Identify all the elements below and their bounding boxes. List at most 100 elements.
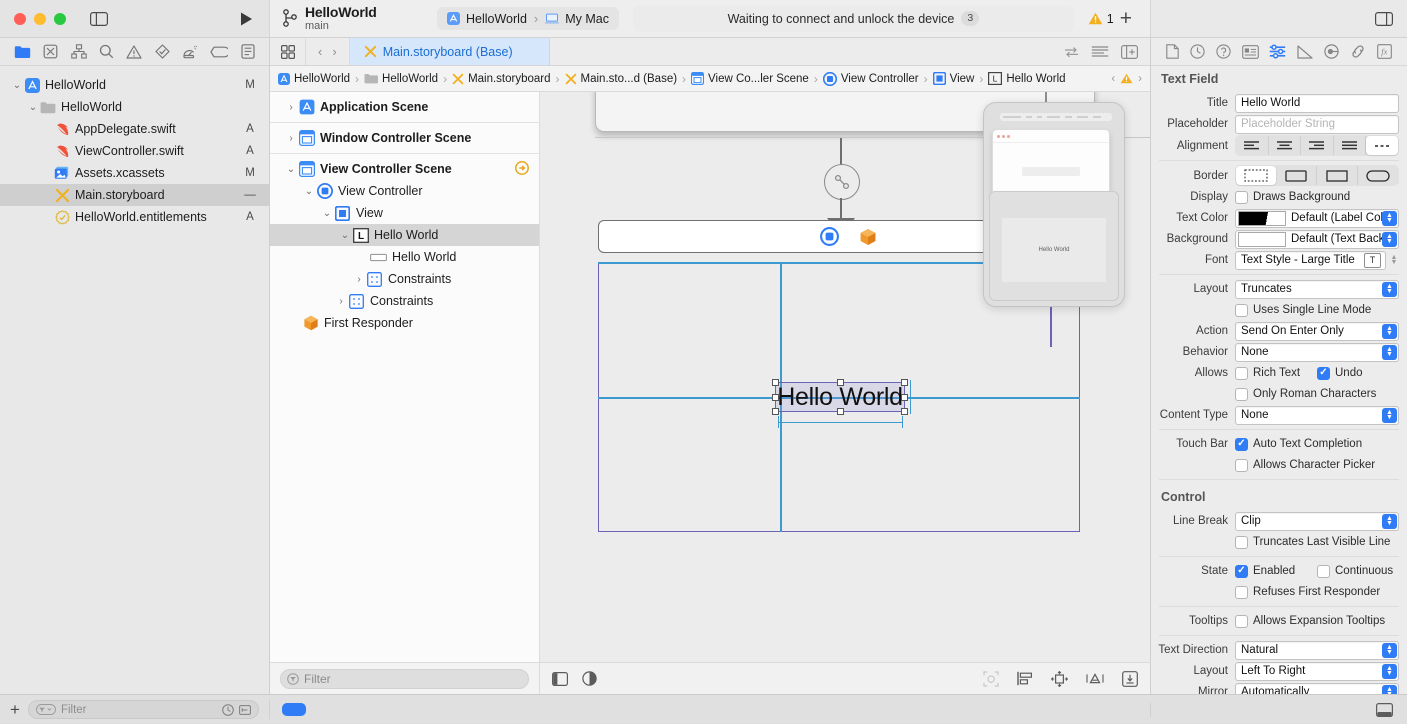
action-stepper[interactable]: ▲ ▼ xyxy=(1382,323,1397,339)
source-control-filter-icon[interactable] xyxy=(239,704,251,716)
run-button[interactable] xyxy=(239,11,259,27)
editor-history-arrows[interactable]: ‹ › xyxy=(306,38,350,65)
previous-issue-button[interactable]: ‹ xyxy=(1111,73,1115,85)
next-issue-button[interactable]: › xyxy=(1138,73,1142,85)
disclosure-closed-icon[interactable]: › xyxy=(334,296,348,307)
connections-inspector-tab[interactable] xyxy=(1324,44,1339,59)
segue-badge[interactable] xyxy=(824,164,860,200)
checkbox-box[interactable] xyxy=(1235,585,1248,599)
view-controller-icon[interactable] xyxy=(819,227,839,246)
line-break-popup[interactable]: Clip ▲ ▼ xyxy=(1235,511,1399,531)
test-navigator-tab[interactable] xyxy=(155,44,170,59)
zoom-window-button[interactable] xyxy=(54,12,66,25)
warning-indicator[interactable]: 1 xyxy=(1088,12,1114,26)
report-navigator-tab[interactable] xyxy=(241,44,255,59)
checkbox-box[interactable] xyxy=(1235,303,1248,317)
disclosure-open-icon[interactable]: ⌄ xyxy=(10,80,24,91)
tree-row[interactable]: ⌄ HelloWorld M xyxy=(0,74,269,96)
action-popup[interactable]: Send On Enter Only ▲ ▼ xyxy=(1235,321,1399,341)
add-editor-icon[interactable] xyxy=(1121,44,1138,59)
font-panel-icon[interactable]: T xyxy=(1364,252,1381,268)
background-color-popup[interactable]: Default (Text Backgr... ▲ ▼ xyxy=(1235,229,1399,249)
minimap-icon[interactable] xyxy=(1091,45,1109,58)
disclosure-open-icon[interactable]: ⌄ xyxy=(26,102,40,113)
breadcrumb-item[interactable]: View Controller xyxy=(822,71,919,86)
enabled-checkbox[interactable]: Enabled xyxy=(1235,564,1317,578)
outline-row-window-controller-scene[interactable]: › Window Controller Scene xyxy=(270,127,539,149)
first-responder-icon[interactable] xyxy=(859,228,877,246)
continuous-checkbox[interactable]: Continuous xyxy=(1317,564,1399,578)
breadcrumb-issue-nav[interactable]: ‹ › xyxy=(1103,73,1142,85)
attributes-inspector-tab[interactable] xyxy=(1269,44,1286,59)
align-icon[interactable] xyxy=(1017,671,1033,686)
resolve-auto-layout-icon[interactable] xyxy=(1086,671,1104,686)
project-navigator-tab[interactable] xyxy=(14,45,31,59)
resize-handle-tl[interactable] xyxy=(772,379,779,386)
bindings-inspector-tab[interactable] xyxy=(1350,44,1366,59)
disclosure-open-icon[interactable]: ⌄ xyxy=(302,186,316,197)
toggle-navigator-button[interactable] xyxy=(90,11,108,26)
line-break-stepper[interactable]: ▲ ▼ xyxy=(1382,513,1397,529)
checkbox-box[interactable] xyxy=(1235,190,1248,204)
title-input[interactable]: Hello World xyxy=(1235,93,1399,113)
breadcrumb-item[interactable]: View Co...ler Scene xyxy=(691,72,809,85)
disclosure-closed-icon[interactable]: › xyxy=(352,274,366,285)
tree-row[interactable]: Assets.xcassets M xyxy=(0,162,269,184)
source-control-navigator-tab[interactable] xyxy=(43,44,58,59)
rich-text-checkbox[interactable]: Rich Text xyxy=(1235,366,1317,380)
breadcrumb-item[interactable]: View xyxy=(932,72,974,85)
checkbox-box[interactable] xyxy=(1235,564,1248,578)
selected-text-field[interactable]: Hello World xyxy=(772,379,908,415)
background-stepper[interactable]: ▲ ▼ xyxy=(1382,231,1397,247)
update-frames-icon[interactable] xyxy=(983,670,999,687)
disclosure-closed-icon[interactable]: › xyxy=(284,133,298,144)
draws-background-checkbox[interactable]: Draws Background xyxy=(1235,190,1350,204)
placeholder-input[interactable]: Placeholder String xyxy=(1235,114,1399,134)
symbol-navigator-tab[interactable] xyxy=(71,44,87,59)
border-bezel-icon[interactable] xyxy=(1317,166,1358,185)
text-color-well[interactable] xyxy=(1238,210,1286,226)
outline-row-view-controller[interactable]: ⌄ View Controller xyxy=(270,180,539,202)
layout-direction-popup[interactable]: Left To Right ▲ ▼ xyxy=(1235,661,1399,681)
resize-handle-tc[interactable] xyxy=(837,379,844,386)
disclosure-open-icon[interactable]: ⌄ xyxy=(338,230,352,241)
refuses-first-responder-checkbox[interactable]: Refuses First Responder xyxy=(1235,585,1380,599)
text-direction-popup[interactable]: Natural ▲ ▼ xyxy=(1235,640,1399,660)
auto-text-completion-checkbox[interactable]: Auto Text Completion xyxy=(1235,437,1362,451)
disclosure-open-icon[interactable]: ⌄ xyxy=(320,208,334,219)
font-field[interactable]: Text Style - Large Title T xyxy=(1235,250,1386,270)
layout-popup[interactable]: Truncates ▲ ▼ xyxy=(1235,279,1399,299)
add-button[interactable]: + xyxy=(1114,8,1138,29)
outline-row-view[interactable]: ⌄ View xyxy=(270,202,539,224)
embed-in-icon[interactable] xyxy=(1051,670,1068,687)
navigator-filter-input[interactable]: Filter xyxy=(27,700,259,719)
checkbox-box[interactable] xyxy=(1235,437,1248,451)
issue-navigator-tab[interactable] xyxy=(126,44,143,59)
find-navigator-tab[interactable] xyxy=(99,44,114,59)
tree-row[interactable]: ⌄ HelloWorld xyxy=(0,96,269,118)
only-roman-characters-checkbox[interactable]: Only Roman Characters xyxy=(1235,387,1376,401)
history-inspector-tab[interactable] xyxy=(1190,44,1205,59)
disclosure-closed-icon[interactable]: › xyxy=(284,102,298,113)
alignment-segmented-control[interactable] xyxy=(1235,135,1399,156)
tree-row-main-storyboard[interactable]: Main.storyboard — xyxy=(0,184,269,206)
checkbox-box[interactable] xyxy=(1235,614,1248,628)
size-inspector-tab[interactable] xyxy=(1297,44,1313,59)
outline-row-view-controller-scene[interactable]: ⌄ View Controller Scene xyxy=(270,158,539,180)
checkbox-box[interactable] xyxy=(1235,535,1248,549)
background-color-well[interactable] xyxy=(1238,231,1286,247)
allows-expansion-tooltips-checkbox[interactable]: Allows Expansion Tooltips xyxy=(1235,614,1385,628)
tab-overview-button[interactable] xyxy=(270,38,306,65)
font-stepper[interactable]: ▲ ▼ xyxy=(1389,254,1399,266)
outline-row-hello-world-label[interactable]: ⌄ L Hello World xyxy=(270,224,539,246)
tree-row[interactable]: ViewController.swift A xyxy=(0,140,269,162)
outline-row-constraints-inner[interactable]: › Constraints xyxy=(270,268,539,290)
editor-tab-main-storyboard[interactable]: Main.storyboard (Base) xyxy=(349,38,550,65)
text-color-stepper[interactable]: ▲ ▼ xyxy=(1382,210,1397,226)
align-natural-icon[interactable] xyxy=(1366,136,1398,155)
breadcrumb-item[interactable]: L Hello World xyxy=(988,72,1066,85)
mirror-popup[interactable]: Automatically ▲▼ xyxy=(1235,682,1399,694)
back-button[interactable]: ‹ xyxy=(314,44,326,59)
status-pill[interactable] xyxy=(282,703,306,716)
border-line-icon[interactable] xyxy=(1276,166,1317,185)
